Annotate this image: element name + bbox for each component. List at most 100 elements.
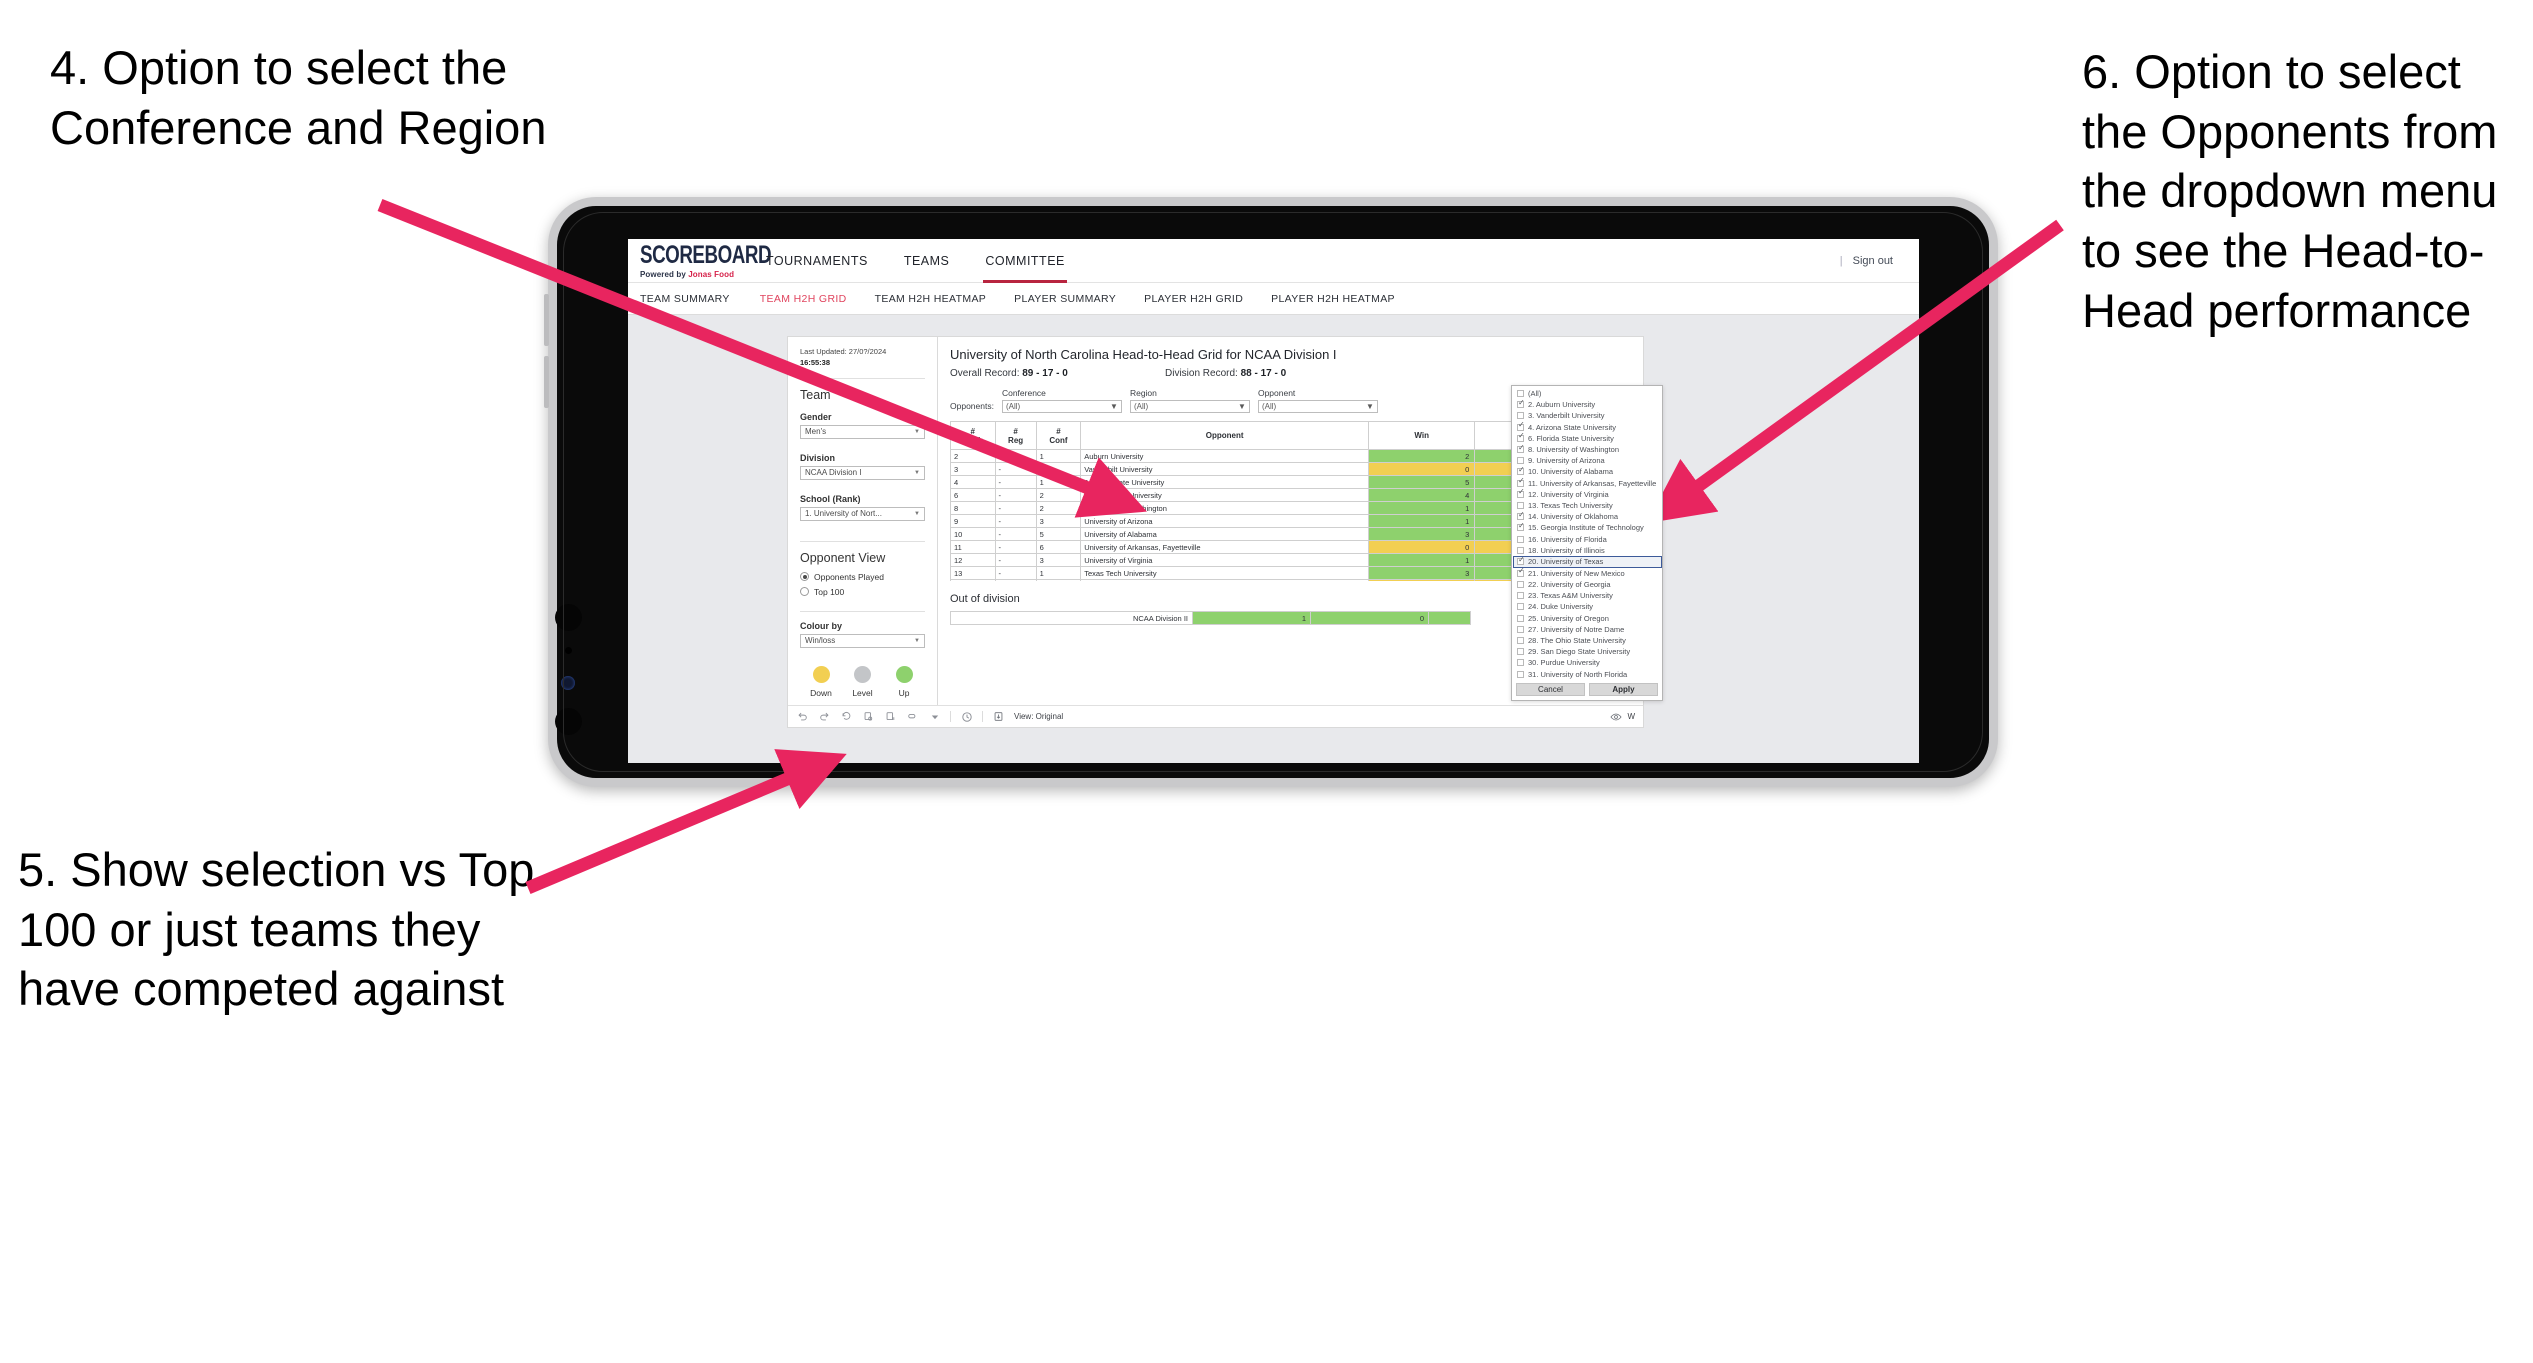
brand-logo[interactable]: SCOREBOARD Powered by Jonas Food — [628, 241, 772, 279]
brand-name: SCOREBOARD — [640, 241, 772, 269]
checkbox-icon[interactable] — [1517, 535, 1524, 543]
tab-player-summary[interactable]: PLAYER SUMMARY — [1000, 293, 1130, 305]
checkbox-icon[interactable] — [1517, 670, 1524, 678]
checkbox-icon[interactable] — [1517, 567, 1525, 577]
dropdown-item[interactable]: 30. Purdue University — [1514, 657, 1662, 668]
division-select[interactable]: NCAA Division I ▼ — [800, 465, 925, 480]
checkbox-icon[interactable] — [1517, 546, 1524, 554]
tab-player-h2h-heatmap[interactable]: PLAYER H2H HEATMAP — [1257, 293, 1409, 305]
checkbox-icon[interactable] — [1517, 637, 1524, 645]
checkbox-icon[interactable] — [1517, 659, 1524, 667]
watch-eye-icon[interactable] — [1609, 710, 1622, 723]
checkbox-icon[interactable] — [1517, 581, 1524, 589]
cancel-button[interactable]: Cancel — [1516, 682, 1585, 696]
share-icon[interactable] — [906, 710, 919, 723]
dropdown-item[interactable]: 13. Texas Tech University — [1514, 500, 1662, 511]
dropdown-item[interactable]: 21. University of New Mexico — [1514, 567, 1662, 579]
checkbox-icon[interactable] — [1517, 466, 1525, 476]
dropdown-item[interactable]: 11. University of Arkansas, Fayetteville — [1514, 477, 1662, 489]
dropdown-item[interactable]: 24. Duke University — [1514, 601, 1662, 612]
dropdown-item[interactable]: 27. University of Notre Dame — [1514, 624, 1662, 635]
gender-select[interactable]: Men's ▼ — [800, 424, 925, 439]
checkbox-icon[interactable] — [1517, 556, 1525, 566]
dropdown-item[interactable]: 8. University of Washington — [1514, 444, 1662, 455]
region-select[interactable]: (All) ▼ — [1129, 400, 1250, 413]
checkbox-icon[interactable] — [1517, 457, 1524, 465]
checkbox-icon[interactable] — [1517, 444, 1525, 454]
radio-top-100[interactable]: Top 100 — [800, 587, 925, 597]
dropdown-item[interactable]: 10. University of Alabama — [1514, 466, 1662, 477]
colour-by-select[interactable]: Win/loss ▼ — [800, 633, 925, 648]
checkbox-icon[interactable] — [1517, 412, 1524, 420]
dashboard-body: Last Updated: 27/0?/2024 16:55:38 Team G… — [788, 337, 1663, 705]
checkbox-icon[interactable] — [1517, 399, 1525, 409]
view-label[interactable]: View: Original — [1014, 712, 1063, 721]
dropdown-item[interactable]: 15. Georgia Institute of Technology — [1514, 522, 1662, 533]
dropdown-item[interactable]: 23. Texas A&M University — [1514, 590, 1662, 601]
dropdown-item[interactable]: 16. University of Florida — [1514, 533, 1662, 544]
dropdown-item[interactable]: 22. University of Georgia — [1514, 579, 1662, 590]
apply-button[interactable]: Apply — [1589, 682, 1658, 696]
opponent-dropdown-footer: Cancel Apply — [1512, 680, 1662, 700]
team-section-heading: Team — [800, 387, 831, 402]
dropdown-item[interactable]: 3. Vanderbilt University — [1514, 410, 1662, 421]
checkbox-icon[interactable] — [1517, 614, 1524, 622]
redo-icon[interactable] — [818, 710, 831, 723]
dropdown-item[interactable]: 31. University of North Florida — [1514, 669, 1662, 680]
dropdown-item[interactable]: 20. University of Texas — [1513, 555, 1662, 568]
tab-team-summary[interactable]: TEAM SUMMARY — [640, 293, 746, 305]
pause-updates-icon[interactable] — [884, 710, 897, 723]
school-rank-label: School (Rank) — [800, 493, 861, 504]
undo-icon[interactable] — [796, 710, 809, 723]
opponent-select[interactable]: (All) ▼ — [1257, 400, 1378, 413]
school-rank-select[interactable]: 1. University of Nort... ▼ — [800, 506, 925, 521]
checkbox-icon[interactable] — [1517, 477, 1525, 487]
nav-item-teams[interactable]: TEAMS — [886, 239, 968, 283]
checkbox-icon[interactable] — [1517, 648, 1524, 656]
dropdown-item[interactable]: 9. University of Arizona — [1514, 455, 1662, 466]
revert-icon[interactable] — [840, 710, 853, 723]
signout-link[interactable]: Sign out — [1853, 255, 1893, 267]
checkbox-icon[interactable] — [1517, 501, 1524, 509]
radio-opponents-played[interactable]: Opponents Played — [800, 572, 925, 582]
pause-auto-update-icon[interactable] — [960, 710, 973, 723]
divider: | — [1839, 254, 1843, 267]
checkbox-icon[interactable] — [1517, 511, 1525, 521]
checkbox-icon[interactable] — [1517, 488, 1525, 498]
dropdown-item[interactable]: 18. University of Illinois — [1514, 545, 1662, 556]
opponent-dropdown-popup[interactable]: (All)2. Auburn University3. Vanderbilt U… — [1511, 385, 1663, 701]
opponent-dropdown-list[interactable]: (All)2. Auburn University3. Vanderbilt U… — [1512, 386, 1662, 680]
checkbox-icon[interactable] — [1517, 603, 1524, 611]
watch-label[interactable]: W — [1627, 712, 1635, 721]
checkbox-icon[interactable] — [1517, 625, 1524, 633]
volume-down-button[interactable] — [544, 356, 549, 408]
checkbox-icon[interactable] — [1517, 592, 1524, 600]
dropdown-item[interactable]: 6. Florida State University — [1514, 432, 1662, 444]
volume-up-button[interactable] — [544, 294, 549, 346]
cell-conf: 1 — [1035, 449, 1082, 463]
dropdown-item[interactable]: 25. University of Oregon — [1514, 613, 1662, 624]
conference-select[interactable]: (All) ▼ — [1001, 400, 1122, 413]
nav-item-tournaments[interactable]: TOURNAMENTS — [748, 239, 886, 283]
tab-team-h2h-heatmap[interactable]: TEAM H2H HEATMAP — [861, 293, 1001, 305]
chevron-down-icon[interactable] — [928, 710, 941, 723]
divider — [800, 610, 925, 612]
dropdown-item[interactable]: 28. The Ohio State University — [1514, 635, 1662, 646]
nav-item-committee[interactable]: COMMITTEE — [967, 239, 1083, 283]
dropdown-item[interactable]: 12. University of Virginia — [1514, 488, 1662, 500]
dropdown-item[interactable]: (All) — [1514, 388, 1662, 399]
dropdown-item[interactable]: 14. University of Oklahoma — [1514, 511, 1662, 522]
gender-label: Gender — [800, 411, 832, 422]
checkbox-icon[interactable] — [1517, 421, 1525, 431]
dropdown-item[interactable]: 2. Auburn University — [1514, 399, 1662, 410]
dropdown-item[interactable]: 4. Arizona State University — [1514, 421, 1662, 433]
dropdown-item[interactable]: 29. San Diego State University — [1514, 646, 1662, 657]
checkbox-icon[interactable] — [1517, 390, 1524, 398]
tab-player-h2h-grid[interactable]: PLAYER H2H GRID — [1130, 293, 1257, 305]
tab-team-h2h-grid[interactable]: TEAM H2H GRID — [746, 293, 861, 305]
checkbox-icon[interactable] — [1517, 522, 1525, 532]
refresh-icon[interactable] — [862, 710, 875, 723]
checkbox-icon[interactable] — [1517, 432, 1525, 442]
cell-conf: 3 — [1035, 553, 1082, 567]
chevron-down-icon: ▼ — [914, 510, 920, 517]
